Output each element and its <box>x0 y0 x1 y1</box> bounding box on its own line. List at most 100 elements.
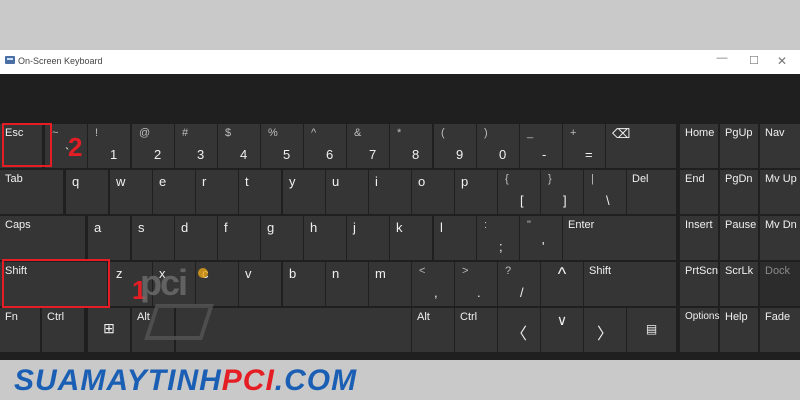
key-pause[interactable]: Pause <box>720 216 758 260</box>
key-pgdn[interactable]: PgDn <box>720 170 758 214</box>
window-title: On-Screen Keyboard <box>18 56 103 66</box>
key-left-arrow[interactable]: 〈 <box>498 308 540 352</box>
key-down-arrow[interactable]: ∨ <box>541 308 583 352</box>
key-7[interactable]: & 7 <box>347 124 389 168</box>
key-caps[interactable]: Caps <box>0 216 85 260</box>
key-label: g <box>267 220 275 235</box>
backspace-icon: ⌫ <box>612 126 631 141</box>
key-right-alt[interactable]: Alt <box>412 308 454 352</box>
key-semicolon[interactable]: :; <box>477 216 519 260</box>
key-m[interactable]: m <box>369 262 411 306</box>
key-label: y <box>289 174 296 189</box>
maximize-button[interactable]: ☐ <box>744 54 764 67</box>
key-period[interactable]: >. <box>455 262 497 306</box>
key-home[interactable]: Home <box>680 124 718 168</box>
key-shift-label: > <box>462 265 469 277</box>
key-label: s <box>138 220 145 235</box>
key-enter[interactable]: Enter <box>563 216 676 260</box>
key-label: ScrLk <box>725 265 754 277</box>
up-arrow-icon: ^ <box>557 264 567 284</box>
key-a[interactable]: a <box>88 216 130 260</box>
key-t[interactable]: t <box>239 170 281 214</box>
key-scrlk[interactable]: ScrLk <box>720 262 758 306</box>
key-dock[interactable]: Dock <box>760 262 800 306</box>
key-d[interactable]: d <box>175 216 217 260</box>
key-label: / <box>520 285 524 300</box>
key-label: Fn <box>5 311 18 323</box>
key-label: t <box>245 174 249 189</box>
key-up-arrow[interactable]: ^ <box>541 262 583 306</box>
key-v[interactable]: v <box>239 262 281 306</box>
key-p[interactable]: p <box>455 170 497 214</box>
key-q[interactable]: q <box>66 170 108 214</box>
key-label: \ <box>606 193 610 208</box>
key-k[interactable]: k <box>390 216 432 260</box>
key-r[interactable]: r <box>196 170 238 214</box>
close-button[interactable]: ✕ <box>772 54 792 68</box>
key-backspace[interactable]: ⌫ <box>606 124 676 168</box>
key-label: PgUp <box>725 127 753 139</box>
key-del[interactable]: Del <box>627 170 676 214</box>
key-1[interactable]: ! 1 <box>88 124 130 168</box>
key-e[interactable]: e <box>153 170 195 214</box>
key-options[interactable]: Options <box>680 308 719 352</box>
key-n[interactable]: n <box>326 262 368 306</box>
key-i[interactable]: i <box>369 170 411 214</box>
key-insert[interactable]: Insert <box>680 216 718 260</box>
key-b[interactable]: b <box>283 262 325 306</box>
key-menu[interactable]: ▤ <box>627 308 676 352</box>
key-backslash[interactable]: | \ <box>584 170 626 214</box>
key-left-ctrl[interactable]: Ctrl <box>42 308 84 352</box>
key-4[interactable]: $4 <box>218 124 260 168</box>
key-minus[interactable]: _ - <box>520 124 562 168</box>
key-g[interactable]: g <box>261 216 303 260</box>
key-shift-label: % <box>268 127 278 139</box>
key-2[interactable]: @2 <box>132 124 174 168</box>
key-shift-label: * <box>397 127 402 139</box>
key-y[interactable]: y <box>283 170 325 214</box>
key-w[interactable]: w <box>110 170 152 214</box>
key-right-ctrl[interactable]: Ctrl <box>455 308 497 352</box>
key-6[interactable]: ^ 6 <box>304 124 346 168</box>
key-right-arrow[interactable]: 〉 <box>584 308 626 352</box>
key-5[interactable]: % 5 <box>261 124 303 168</box>
key-pgup[interactable]: PgUp <box>720 124 758 168</box>
key-quote[interactable]: " ' <box>520 216 562 260</box>
key-shift-label: : <box>484 219 488 231</box>
key-right-shift[interactable]: Shift <box>584 262 676 306</box>
site-brand: SUAMAYTINHPCI.COM <box>14 364 357 398</box>
key-f[interactable]: f <box>218 216 260 260</box>
key-3[interactable]: #3 <box>175 124 217 168</box>
key-slash[interactable]: ? / <box>498 262 540 306</box>
key-8[interactable]: * 8 <box>390 124 432 168</box>
key-label: [ <box>520 193 524 208</box>
key-0[interactable]: ) 0 <box>477 124 519 168</box>
key-equals[interactable]: + = <box>563 124 605 168</box>
key-nav[interactable]: Nav <box>760 124 800 168</box>
key-end[interactable]: End <box>680 170 718 214</box>
key-j[interactable]: j <box>347 216 389 260</box>
key-right-bracket[interactable]: }] <box>541 170 583 214</box>
key-o[interactable]: o <box>412 170 454 214</box>
key-s[interactable]: s <box>132 216 174 260</box>
key-mvup[interactable]: Mv Up <box>760 170 800 214</box>
minimize-button[interactable]: — <box>712 52 732 64</box>
key-prtscn[interactable]: PrtScn <box>680 262 718 306</box>
key-help[interactable]: Help <box>720 308 758 352</box>
key-label: 9 <box>456 147 464 162</box>
key-u[interactable]: u <box>326 170 368 214</box>
key-comma[interactable]: <, <box>412 262 454 306</box>
key-left-bracket[interactable]: {[ <box>498 170 540 214</box>
key-tab[interactable]: Tab <box>0 170 63 214</box>
key-label: r <box>202 174 207 189</box>
key-label: v <box>245 266 252 281</box>
key-l[interactable]: l <box>434 216 476 260</box>
key-label: j <box>353 220 356 235</box>
key-windows[interactable]: ⊞ <box>88 308 130 352</box>
key-h[interactable]: h <box>304 216 346 260</box>
key-9[interactable]: (9 <box>434 124 476 168</box>
key-fn[interactable]: Fn <box>0 308 40 352</box>
key-fade[interactable]: Fade <box>760 308 800 352</box>
key-mvdn[interactable]: Mv Dn <box>760 216 800 260</box>
brand-part-3: .COM <box>274 364 358 397</box>
